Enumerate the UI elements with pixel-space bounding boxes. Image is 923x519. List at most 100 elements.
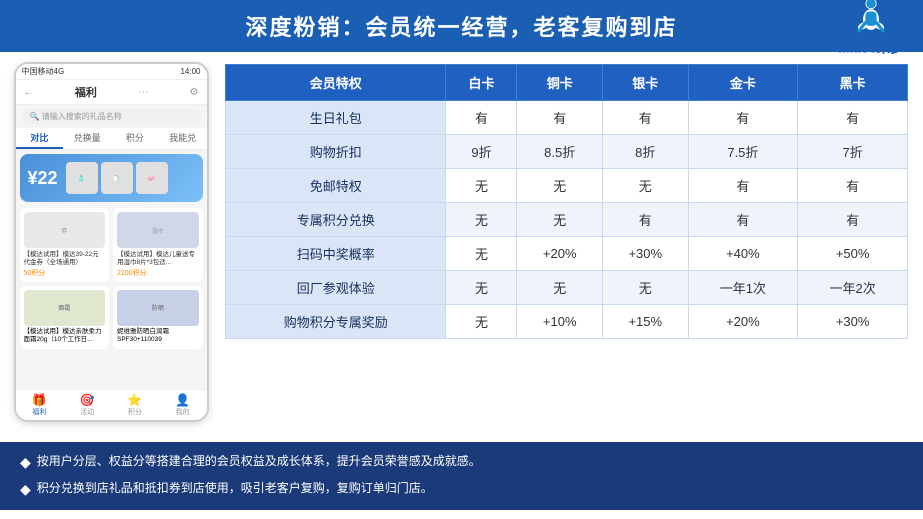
value-cell: +15%	[602, 305, 688, 339]
feature-cell: 购物折扣	[226, 135, 446, 169]
phone-nav-bar: ← 福利 ⋯ ⚙	[16, 80, 207, 105]
value-cell: 无	[446, 169, 517, 203]
tab-exchange-volume[interactable]: 兑换量	[63, 128, 111, 149]
value-cell: 无	[517, 203, 603, 237]
product-card-2[interactable]: 湿巾 【模达试用】模达儿童送专用湿巾8片*3包适... 2100积分	[113, 208, 203, 282]
coupon-card: ¥22 🧴 🧻 🧼	[20, 154, 203, 202]
product-card-4[interactable]: 防晒 妮维雅防晒白润霜SPF30+110039	[113, 286, 203, 349]
value-cell: 7.5折	[688, 135, 798, 169]
product-img-1: 券	[24, 212, 106, 248]
phone-tabs: 对比 兑换量 积分 我能兑	[16, 128, 207, 150]
value-cell: 无	[517, 271, 603, 305]
phone-nav-title: 福利	[75, 84, 97, 100]
value-cell: 7折	[798, 135, 908, 169]
feature-cell: 生日礼包	[226, 101, 446, 135]
back-icon: ←	[24, 87, 34, 98]
nivea-card: 面霜 【模达试用】模达亲肤柔力面霜20g（10个工作日... 防晒 妮维雅防晒白…	[20, 286, 203, 349]
main-content: 中国移动4G 14:00 ← 福利 ⋯ ⚙ 🔍 请输入搜索的礼品名称 对比 兑换…	[0, 52, 923, 442]
value-cell: 有	[446, 101, 517, 135]
product-card-3[interactable]: 面霜 【模达试用】模达亲肤柔力面霜20g（10个工作日...	[20, 286, 110, 349]
table-row: 专属积分兑换无无有有有	[226, 203, 908, 237]
product-name-2: 【模达试用】模达儿童送专用湿巾8片*3包适...	[117, 251, 199, 268]
col-header-copper: 铜卡	[517, 65, 603, 101]
coupon-img-3: 🧼	[136, 162, 168, 194]
search-placeholder: 请输入搜索的礼品名称	[42, 112, 122, 121]
feature-cell: 免邮特权	[226, 169, 446, 203]
product-img-2: 湿巾	[117, 212, 199, 248]
value-cell: 有	[688, 101, 798, 135]
product-name-1: 【模达试用】模达39-22元代金券（全场通用）	[24, 251, 106, 268]
feature-cell: 回厂参观体验	[226, 271, 446, 305]
phone-mockup: 中国移动4G 14:00 ← 福利 ⋯ ⚙ 🔍 请输入搜索的礼品名称 对比 兑换…	[0, 52, 220, 442]
product-points-1: 50积分	[24, 268, 106, 278]
product-cards-row1: 券 【模达试用】模达39-22元代金券（全场通用） 50积分 湿巾 【模达试用】…	[20, 208, 203, 282]
phone-bottom-nav: 🎁福利 🎯活动 ⭐积分 👤我的	[16, 389, 207, 420]
tab-compare[interactable]: 对比	[16, 128, 64, 149]
value-cell: 有	[602, 203, 688, 237]
footer-item-2: ◆ 积分兑换到店礼品和抵扣券到店使用，吸引老客户复购，复购订单归门店。	[20, 479, 903, 500]
product-img-3: 面霜	[24, 290, 106, 326]
col-header-feature: 会员特权	[226, 65, 446, 101]
value-cell: 有	[688, 203, 798, 237]
table-row: 生日礼包有有有有有	[226, 101, 908, 135]
phone-frame: 中国移动4G 14:00 ← 福利 ⋯ ⚙ 🔍 请输入搜索的礼品名称 对比 兑换…	[14, 62, 209, 422]
value-cell: 8折	[602, 135, 688, 169]
value-cell: 无	[602, 169, 688, 203]
phone-status-bar: 中国移动4G 14:00	[16, 64, 207, 80]
table-row: 购物折扣9折8.5折8折7.5折7折	[226, 135, 908, 169]
logo-text: midoo米多	[838, 38, 903, 57]
value-cell: +40%	[688, 237, 798, 271]
col-header-silver: 银卡	[602, 65, 688, 101]
footer-text-2: 积分兑换到店礼品和抵扣券到店使用，吸引老客户复购，复购订单归门店。	[37, 479, 433, 497]
carrier-text: 中国移动4G	[22, 66, 65, 77]
value-cell: 有	[798, 203, 908, 237]
welfare-icon: 🎁	[16, 393, 64, 407]
table-header-row: 会员特权 白卡 铜卡 银卡 金卡 黑卡	[226, 65, 908, 101]
footer-text-1: 按用户分层、权益分等搭建合理的会员权益及成长体系，提升会员荣誉感及成就感。	[37, 452, 481, 470]
search-icon: 🔍	[30, 112, 40, 121]
value-cell: 有	[517, 101, 603, 135]
bullet-icon-1: ◆	[20, 452, 31, 473]
table-row: 购物积分专属奖励无+10%+15%+20%+30%	[226, 305, 908, 339]
coupon-amount: ¥22	[28, 168, 58, 189]
bottom-nav-points[interactable]: ⭐积分	[111, 393, 159, 417]
value-cell: +30%	[798, 305, 908, 339]
value-cell: +50%	[798, 237, 908, 271]
value-cell: 无	[446, 305, 517, 339]
value-cell: 有	[798, 101, 908, 135]
more-icon: ⋯	[138, 87, 148, 98]
product-name-4: 妮维雅防晒白润霜SPF30+110039	[117, 328, 199, 345]
mine-icon: 👤	[159, 393, 207, 407]
phone-body: ¥22 🧴 🧻 🧼 券 【模达试用】模达39-22元代金券（全场通用） 50积分	[16, 150, 207, 389]
page-title: 深度粉销：会员统一经营，老客复购到店	[245, 15, 677, 40]
col-header-black: 黑卡	[798, 65, 908, 101]
bottom-nav-activity[interactable]: 🎯活动	[63, 393, 111, 417]
activity-icon: 🎯	[63, 393, 111, 407]
coupon-img-1: 🧴	[66, 162, 98, 194]
phone-search[interactable]: 🔍 请输入搜索的礼品名称	[22, 109, 201, 124]
table-row: 免邮特权无无无有有	[226, 169, 908, 203]
time-text: 14:00	[180, 67, 200, 76]
product-points-2: 2100积分	[117, 268, 199, 278]
settings-icon: ⚙	[190, 87, 199, 98]
logo-icon	[851, 0, 891, 36]
feature-cell: 购物积分专属奖励	[226, 305, 446, 339]
coupon-img-2: 🧻	[101, 162, 133, 194]
bottom-nav-welfare[interactable]: 🎁福利	[16, 393, 64, 417]
value-cell: 有	[798, 169, 908, 203]
value-cell: 无	[446, 271, 517, 305]
table-row: 回厂参观体验无无无一年1次一年2次	[226, 271, 908, 305]
value-cell: +20%	[517, 237, 603, 271]
col-header-gold: 金卡	[688, 65, 798, 101]
value-cell: 8.5折	[517, 135, 603, 169]
table-row: 扫码中奖概率无+20%+30%+40%+50%	[226, 237, 908, 271]
tab-can-exchange[interactable]: 我能兑	[159, 128, 207, 149]
points-icon: ⭐	[111, 393, 159, 407]
footer-item-1: ◆ 按用户分层、权益分等搭建合理的会员权益及成长体系，提升会员荣誉感及成就感。	[20, 452, 903, 473]
table-area: 会员特权 白卡 铜卡 银卡 金卡 黑卡 生日礼包有有有有有购物折扣9折8.5折8…	[220, 52, 923, 442]
value-cell: +20%	[688, 305, 798, 339]
value-cell: 有	[688, 169, 798, 203]
tab-points[interactable]: 积分	[111, 128, 159, 149]
product-card-1[interactable]: 券 【模达试用】模达39-22元代金券（全场通用） 50积分	[20, 208, 110, 282]
bottom-nav-mine[interactable]: 👤我的	[159, 393, 207, 417]
